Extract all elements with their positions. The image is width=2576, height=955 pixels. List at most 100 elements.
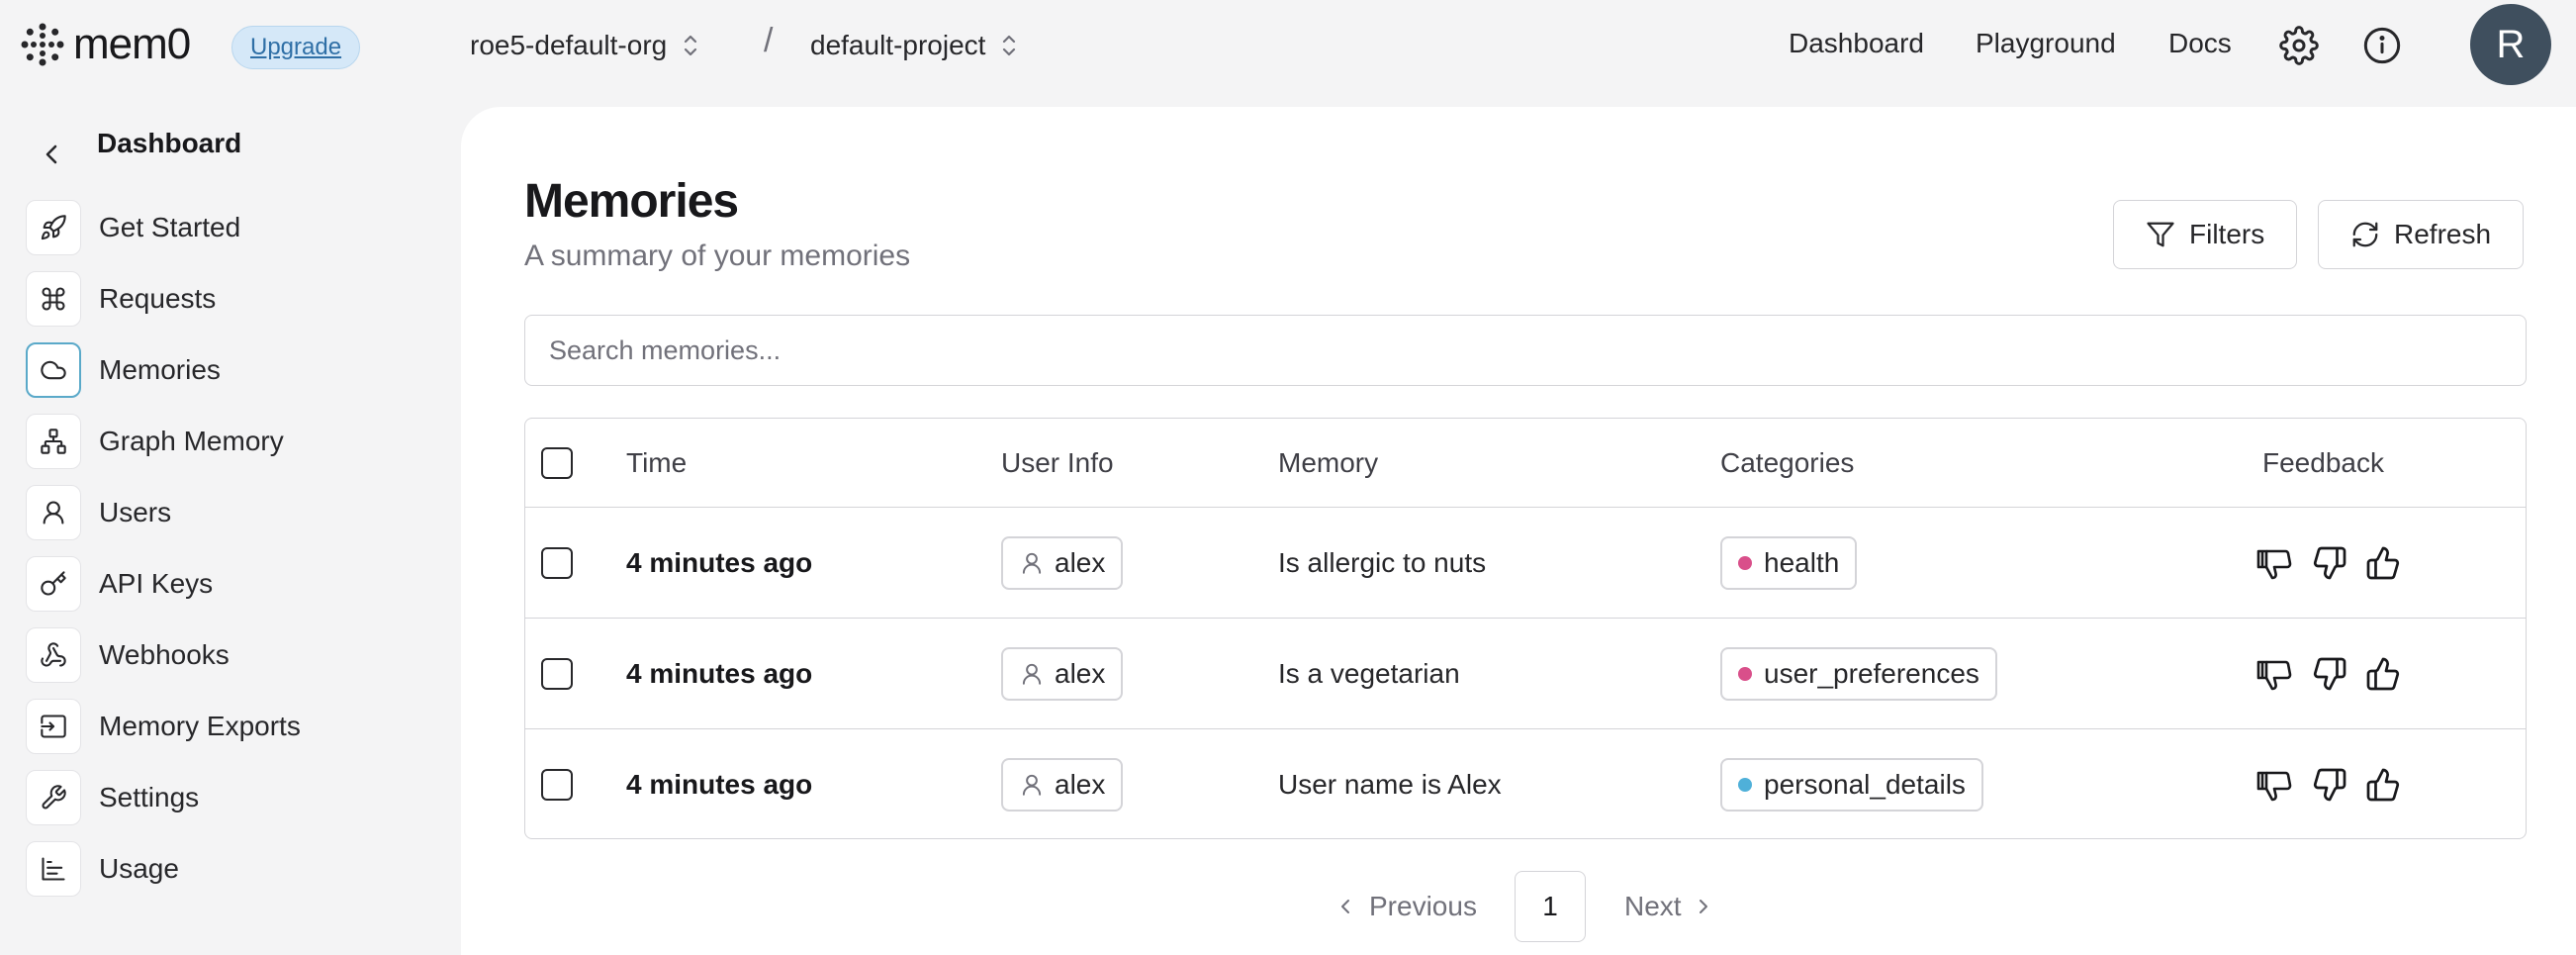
settings-gear-icon[interactable] [2279, 26, 2319, 65]
info-icon[interactable] [2362, 26, 2402, 65]
strong-thumbs-down-icon[interactable] [2254, 545, 2294, 581]
refresh-button[interactable]: Refresh [2318, 200, 2525, 269]
memories-table: Time User Info Memory Categories Feedbac… [524, 418, 2527, 839]
row-memory: Is allergic to nuts [1278, 546, 1487, 578]
upgrade-button[interactable]: Upgrade [231, 26, 361, 69]
refresh-label: Refresh [2394, 219, 2492, 249]
thumbs-up-icon[interactable] [2365, 545, 2401, 581]
previous-page-button[interactable]: Previous [1334, 871, 1477, 942]
refresh-icon [2352, 222, 2378, 247]
row-checkbox[interactable] [541, 657, 573, 690]
filters-button[interactable]: Filters [2113, 200, 2298, 269]
sidebar-item-users[interactable]: Users [26, 485, 441, 540]
feedback-actions [2254, 619, 2401, 728]
main-panel: Memories A summary of your memories Filt… [461, 107, 2576, 955]
sidebar-item-label: Usage [99, 853, 179, 884]
nav-docs-link[interactable]: Docs [2168, 28, 2232, 59]
sidebar-item-label: Settings [99, 782, 200, 812]
thumbs-up-icon[interactable] [2365, 656, 2401, 692]
category-label: personal_details [1764, 769, 1966, 800]
breadcrumb-separator: / [764, 22, 774, 59]
feedback-actions [2254, 508, 2401, 618]
sidebar-item-label: Users [99, 497, 172, 527]
sidebar-item-label: Graph Memory [99, 426, 284, 456]
header-memory: Memory [1278, 446, 1379, 478]
sidebar-item-get-started[interactable]: Get Started [26, 200, 441, 255]
next-page-button[interactable]: Next [1624, 871, 1715, 942]
thumbs-down-icon[interactable] [2312, 545, 2347, 581]
sidebar-item-label: API Keys [99, 568, 214, 599]
thumbs-up-icon[interactable] [2365, 767, 2401, 803]
table-row[interactable]: 4 minutes ago alex Is allergic to nuts h… [525, 508, 2526, 619]
strong-thumbs-down-icon[interactable] [2254, 767, 2294, 803]
category-dot [1738, 666, 1752, 681]
chevrons-up-down-icon [1003, 35, 1016, 56]
category-dot [1738, 778, 1752, 792]
user-icon [1022, 552, 1042, 574]
row-time: 4 minutes ago [626, 546, 813, 578]
next-label: Next [1624, 891, 1682, 921]
category-label: health [1764, 546, 1840, 578]
rocket-icon [26, 200, 81, 255]
sidebar-back-button[interactable] [26, 129, 77, 180]
graph-icon [26, 414, 81, 469]
project-name: default-project [810, 30, 986, 60]
search-memories-input[interactable] [524, 315, 2527, 386]
nav-playground-link[interactable]: Playground [1976, 28, 2116, 59]
sidebar-item-memory-exports[interactable]: Memory Exports [26, 699, 441, 754]
user-icon [1022, 774, 1042, 796]
row-time: 4 minutes ago [626, 657, 813, 689]
project-selector[interactable]: default-project [810, 24, 1019, 67]
feedback-actions [2254, 729, 2401, 838]
sidebar-item-label: Memories [99, 354, 221, 385]
filter-icon [2147, 222, 2174, 247]
sidebar-item-requests[interactable]: Requests [26, 271, 441, 327]
thumbs-down-icon[interactable] [2312, 767, 2347, 803]
page-subtitle: A summary of your memories [524, 239, 911, 272]
header-user-info: User Info [1001, 446, 1114, 478]
wrench-icon [26, 770, 81, 825]
org-selector[interactable]: roe5-default-org [470, 24, 700, 67]
org-name: roe5-default-org [470, 30, 668, 60]
sidebar-item-graph-memory[interactable]: Graph Memory [26, 414, 441, 469]
sidebar-item-settings[interactable]: Settings [26, 770, 441, 825]
chevron-left-icon [1341, 900, 1349, 913]
page-title: Memories [524, 175, 739, 228]
filters-label: Filters [2189, 219, 2265, 249]
row-time: 4 minutes ago [626, 769, 813, 800]
sidebar-item-usage[interactable]: Usage [26, 841, 441, 897]
sidebar-item-webhooks[interactable]: Webhooks [26, 627, 441, 683]
user-chip[interactable]: alex [1001, 758, 1124, 812]
user-name: alex [1055, 657, 1106, 689]
row-checkbox[interactable] [541, 546, 573, 579]
sidebar-item-memories[interactable]: Memories [26, 342, 441, 398]
table-row[interactable]: 4 minutes ago alex User name is Alex per… [525, 729, 2526, 838]
user-name: alex [1055, 546, 1106, 578]
sidebar-item-api-keys[interactable]: API Keys [26, 556, 441, 612]
category-label: user_preferences [1764, 657, 1979, 689]
user-name: alex [1055, 769, 1106, 800]
sidebar: Dashboard Get Started Requests Memories … [0, 91, 461, 955]
mem0-logo[interactable]: mem0 [20, 20, 191, 68]
user-chip[interactable]: alex [1001, 535, 1124, 590]
thumbs-down-icon[interactable] [2312, 656, 2347, 692]
header-feedback: Feedback [2262, 446, 2384, 478]
category-badge: user_preferences [1720, 646, 1997, 701]
strong-thumbs-down-icon[interactable] [2254, 656, 2294, 692]
page-number-button[interactable]: 1 [1515, 871, 1586, 942]
user-avatar[interactable]: R [2470, 4, 2551, 85]
table-row[interactable]: 4 minutes ago alex Is a vegetarian user_… [525, 619, 2526, 729]
user-icon [26, 485, 81, 540]
cloud-icon [26, 342, 81, 398]
header-time: Time [626, 446, 688, 478]
row-checkbox[interactable] [541, 769, 573, 801]
user-chip[interactable]: alex [1001, 646, 1124, 701]
select-all-checkbox[interactable] [541, 446, 573, 479]
nav-dashboard-link[interactable]: Dashboard [1789, 28, 1924, 59]
chart-icon [26, 841, 81, 897]
brand-name: mem0 [73, 20, 191, 68]
table-header: Time User Info Memory Categories Feedbac… [525, 419, 2526, 508]
export-icon [26, 699, 81, 754]
row-memory: User name is Alex [1278, 769, 1502, 800]
sidebar-title: Dashboard [97, 128, 242, 158]
